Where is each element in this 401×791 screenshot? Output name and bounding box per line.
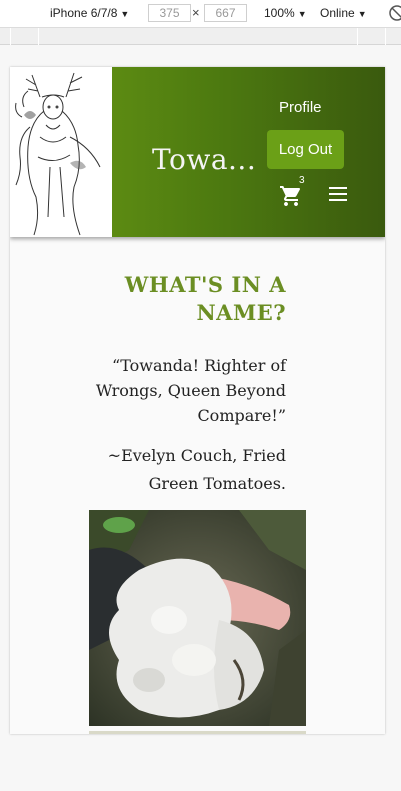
quote-text: “Towanda! Righter of Wrongs, Queen Beyon… — [95, 356, 286, 425]
chevron-down-icon: ▼ — [297, 9, 307, 19]
second-photo-edge — [89, 731, 306, 734]
antlered-woman-illustration — [15, 72, 101, 236]
network-label: Online — [320, 6, 355, 20]
profile-link[interactable]: Profile — [279, 99, 322, 116]
times-icon: × — [192, 5, 200, 20]
chevron-down-icon: ▼ — [120, 9, 130, 19]
height-input[interactable]: 667 — [204, 4, 247, 22]
site-header: Towa... Profile Log Out 3 — [10, 67, 385, 237]
quote-attribution: ~Evelyn Couch, Fried Green Tomatoes. — [107, 446, 286, 493]
hamburger-menu-icon[interactable] — [329, 187, 349, 203]
media-query-ruler — [0, 28, 401, 45]
zoom-label: 100% — [264, 6, 295, 20]
mushroom-photo — [89, 510, 306, 726]
page-viewport: Towa... Profile Log Out 3 WHAT'S IN A NA… — [10, 67, 385, 734]
device-select[interactable]: iPhone 6/7/8 ▼ — [50, 6, 129, 20]
logout-button[interactable]: Log Out — [267, 130, 344, 169]
site-title[interactable]: Towa... — [152, 143, 256, 176]
devtools-toolbar: iPhone 6/7/8 ▼ 375 × 667 100% ▼ Online ▼ — [0, 0, 401, 28]
device-select-label: iPhone 6/7/8 — [50, 6, 118, 20]
page-heading: WHAT'S IN A NAME? — [124, 272, 286, 325]
zoom-select[interactable]: 100% ▼ — [264, 6, 307, 20]
shopping-cart-icon[interactable] — [279, 184, 303, 208]
width-input[interactable]: 375 — [148, 4, 191, 22]
rotate-icon[interactable] — [388, 4, 401, 22]
network-select[interactable]: Online ▼ — [320, 6, 367, 20]
cart-count-badge: 3 — [299, 175, 305, 186]
logo[interactable] — [10, 67, 112, 237]
chevron-down-icon: ▼ — [357, 9, 367, 19]
